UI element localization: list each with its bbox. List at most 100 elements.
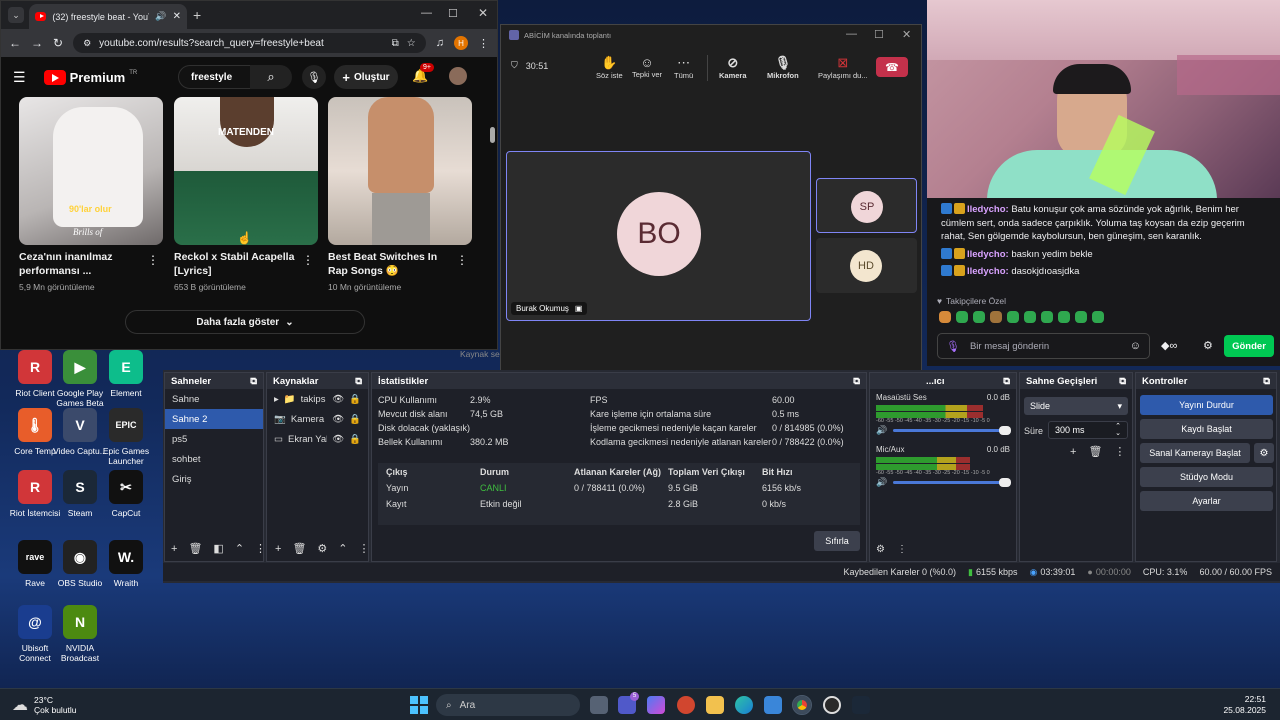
- dock-undock-icon[interactable]: ⧉: [355, 376, 362, 387]
- scene-item[interactable]: sohbet: [165, 449, 263, 469]
- main-video-tile[interactable]: BO Burak Okumuş ▣: [506, 151, 811, 321]
- close-window-button[interactable]: ✕: [478, 6, 488, 20]
- close-tab-icon[interactable]: ✕: [173, 11, 181, 22]
- start-recording-button[interactable]: Kaydı Başlat: [1140, 419, 1273, 439]
- remove-source-icon[interactable]: 🗑: [292, 542, 306, 555]
- desktop-icon-element[interactable]: E Element: [96, 350, 156, 398]
- url-field[interactable]: ⚙ youtube.com/results?search_query=frees…: [73, 33, 426, 53]
- add-scene-icon[interactable]: +: [171, 543, 177, 555]
- dock-undock-icon[interactable]: ⧉: [853, 376, 860, 387]
- dock-undock-icon[interactable]: ⧉: [250, 376, 257, 387]
- reset-stats-button[interactable]: Sıfırla: [814, 531, 860, 551]
- visibility-eye-icon[interactable]: 👁: [332, 414, 344, 425]
- source-item[interactable]: ▭ Ekran Yak 👁 🔒: [267, 429, 368, 449]
- visibility-eye-icon[interactable]: 👁: [332, 434, 344, 445]
- emote-icon[interactable]: [1075, 311, 1087, 323]
- add-transition-icon[interactable]: +: [1070, 446, 1076, 458]
- dock-undock-icon[interactable]: ⧉: [1003, 376, 1010, 387]
- scene-item[interactable]: Sahne 2: [165, 409, 263, 429]
- weather-widget[interactable]: ☁ 23°C Çok bulutlu: [12, 695, 77, 715]
- speaker-icon[interactable]: 🔊: [876, 425, 887, 436]
- media-control-icon[interactable]: ♫: [436, 37, 444, 49]
- side-video-tile-1[interactable]: SP: [816, 178, 917, 233]
- scene-item[interactable]: Sahne: [165, 389, 263, 409]
- chat-send-button[interactable]: Gönder: [1224, 335, 1274, 357]
- tab-search-button[interactable]: ⌄: [8, 7, 24, 23]
- search-button[interactable]: ⌕: [250, 65, 292, 89]
- voice-search-button[interactable]: 🎙: [302, 65, 326, 89]
- bookmark-star-icon[interactable]: ☆: [407, 38, 416, 49]
- video-title-3[interactable]: Best Beat Switches In Rap Songs 😳: [328, 250, 458, 278]
- virtual-camera-settings-icon[interactable]: ⚙: [1254, 443, 1274, 463]
- side-video-tile-2[interactable]: HD: [816, 238, 917, 293]
- emote-icon[interactable]: [1058, 311, 1070, 323]
- emote-icon[interactable]: [1092, 311, 1104, 323]
- scene-item[interactable]: ps5: [165, 429, 263, 449]
- remove-scene-icon[interactable]: 🗑: [188, 542, 202, 555]
- taskbar-search[interactable]: ⌕ Ara: [436, 694, 580, 716]
- steam-taskbar-icon[interactable]: [852, 696, 870, 714]
- move-up-icon[interactable]: ⌃: [235, 542, 244, 555]
- chat-username[interactable]: lledycho:: [967, 249, 1009, 260]
- task-view-icon[interactable]: [590, 696, 608, 714]
- reload-icon[interactable]: ↻: [53, 36, 63, 50]
- site-info-icon[interactable]: ⚙: [83, 38, 91, 49]
- hamburger-menu-icon[interactable]: ☰: [13, 69, 26, 86]
- more-icon[interactable]: ⋮: [255, 542, 266, 555]
- tab-youtube[interactable]: (32) freestyle beat - YouTube 🔊 ✕: [29, 4, 187, 29]
- volume-slider[interactable]: [893, 426, 1011, 435]
- expand-icon[interactable]: ▸: [274, 394, 279, 405]
- start-virtual-camera-button[interactable]: Sanal Kamerayı Başlat: [1140, 443, 1250, 463]
- video-thumbnail-1[interactable]: 90'lar olur Brills of: [19, 97, 163, 245]
- visibility-eye-icon[interactable]: 👁: [332, 394, 344, 405]
- page-scrollbar[interactable]: [490, 127, 495, 143]
- share-button[interactable]: ⊠ Paylaşımı du...: [818, 55, 868, 80]
- emote-icon[interactable]: [1024, 311, 1036, 323]
- chat-input[interactable]: 🎙 Bir mesaj gönderin ☺: [937, 333, 1150, 359]
- minimize-button[interactable]: —: [421, 7, 432, 19]
- more-button[interactable]: ⋯ Tümü: [674, 55, 693, 80]
- account-avatar[interactable]: [449, 67, 467, 85]
- chrome-icon[interactable]: [792, 695, 812, 715]
- video-2-menu-icon[interactable]: ⋮: [302, 253, 314, 267]
- add-source-icon[interactable]: +: [275, 543, 281, 555]
- desktop-icon-epic-games-launcher[interactable]: EPIC Epic Games Launcher: [96, 408, 156, 466]
- camera-button[interactable]: ⊘ Kamera: [719, 55, 747, 80]
- emote-icon[interactable]: [1007, 311, 1019, 323]
- video-thumbnail-2[interactable]: MATENDEN: [174, 97, 318, 245]
- stop-streaming-button[interactable]: Yayını Durdur: [1140, 395, 1273, 415]
- remove-transition-icon[interactable]: 🗑: [1088, 445, 1102, 458]
- settings-button[interactable]: Ayarlar: [1140, 491, 1273, 511]
- lock-icon[interactable]: 🔒: [349, 414, 361, 425]
- speaker-icon[interactable]: 🔊: [876, 477, 887, 488]
- desktop-icon-nvidia-broadcast[interactable]: N NVIDIA Broadcast: [50, 605, 110, 663]
- emote-icon[interactable]: [939, 311, 951, 323]
- emote-icon[interactable]: [1041, 311, 1053, 323]
- desktop-icon-wraith[interactable]: W. Wraith: [96, 540, 156, 588]
- mixer-settings-icon[interactable]: ⚙: [876, 544, 885, 555]
- emote-picker-icon[interactable]: ☺: [1130, 340, 1141, 352]
- chat-username[interactable]: lledycho:: [967, 204, 1009, 215]
- video-3-menu-icon[interactable]: ⋮: [456, 253, 468, 267]
- profile-avatar[interactable]: H: [454, 36, 468, 50]
- install-icon[interactable]: ⧉: [392, 38, 399, 49]
- transition-select[interactable]: Slide ▾: [1024, 397, 1128, 415]
- video-1-menu-icon[interactable]: ⋮: [147, 253, 159, 267]
- microphone-button[interactable]: 🎙 Mikrofon: [767, 55, 799, 80]
- leave-call-button[interactable]: ☎: [876, 57, 908, 77]
- teams-close-button[interactable]: ✕: [902, 28, 911, 41]
- scene-item[interactable]: Giriş: [165, 469, 263, 489]
- dock-undock-icon[interactable]: ⧉: [1119, 376, 1126, 387]
- video-thumbnail-3[interactable]: [328, 97, 472, 245]
- emote-icon[interactable]: [990, 311, 1002, 323]
- studio-mode-button[interactable]: Stüdyo Modu: [1140, 467, 1273, 487]
- video-title-1[interactable]: Ceza'nın inanılmaz performansı ...: [19, 250, 149, 278]
- lock-icon[interactable]: 🔒: [349, 394, 361, 405]
- more-icon[interactable]: ⋮: [1114, 445, 1125, 458]
- file-explorer-icon[interactable]: [706, 696, 724, 714]
- youtube-logo[interactable]: Premium TR: [43, 69, 137, 85]
- source-item[interactable]: 📷 Kamera 👁 🔒: [267, 409, 368, 429]
- show-more-button[interactable]: Daha fazla göster ⌄: [125, 310, 365, 334]
- react-button[interactable]: ☺ Tepki ver: [632, 55, 662, 79]
- maximize-button[interactable]: ☐: [448, 7, 458, 20]
